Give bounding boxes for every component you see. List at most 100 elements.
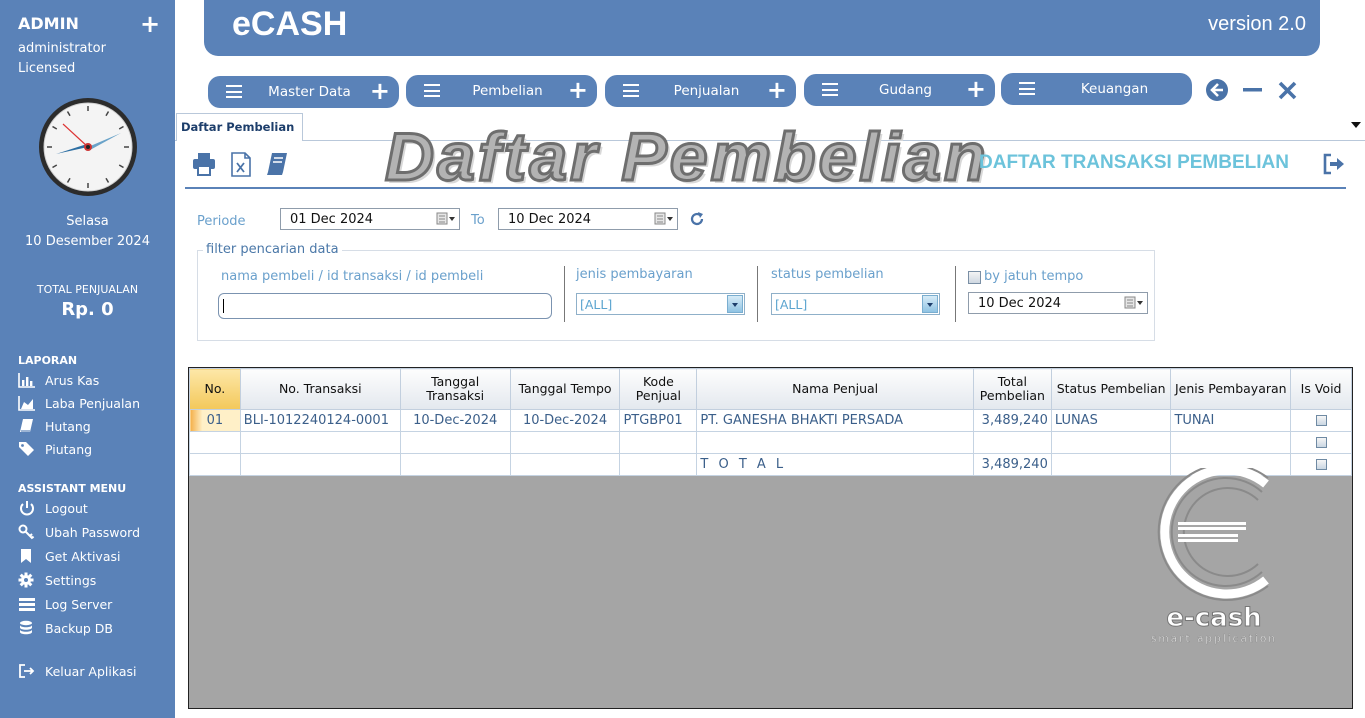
cell-kode-penjual [619,431,698,454]
status-pembelian-select[interactable]: [ALL] [771,293,940,315]
column-header-total-pembelian[interactable]: Total Pembelian [972,368,1052,410]
back-icon[interactable] [1205,78,1229,102]
total-label: T O T A L [696,453,974,476]
calendar-icon[interactable] [436,212,456,226]
tab-list-dropdown-icon[interactable] [1351,122,1361,128]
calendar-icon[interactable] [1124,296,1144,310]
sidebar-item-logout[interactable]: Logout [18,498,88,518]
cell-is-void [1290,409,1352,432]
page-banner-title: Daftar Pembelian [384,118,989,197]
cell-nama-penjual: PT. GANESHA BHAKTI PERSADA [696,409,974,432]
user-name: ADMIN [18,14,79,33]
sidebar-item-label: Keluar Aplikasi [45,663,137,679]
logo-tagline: smart application [1151,633,1277,645]
text-caret [223,299,224,313]
status-pembelian-label: status pembelian [771,267,884,282]
void-checkbox[interactable] [1315,459,1327,470]
from-date-picker[interactable]: 01 Dec 2024 [280,208,460,230]
sidebar-item-label: Piutang [45,441,93,457]
table-header-row: No. No. Transaksi Tanggal Transaksi Tang… [189,368,1352,410]
sidebar-item-settings[interactable]: Settings [18,570,96,590]
sidebar-item-label: Settings [45,572,97,588]
sidebar-item-piutang[interactable]: Piutang [18,439,92,459]
sidebar-item-keluar-aplikasi[interactable]: Keluar Aplikasi [18,661,137,681]
jatuh-tempo-date-picker[interactable]: 10 Dec 2024 [968,292,1148,314]
column-header-tanggal-transaksi[interactable]: Tanggal Transaksi [399,368,511,410]
filter-divider [564,266,565,322]
plus-icon[interactable]: + [767,76,787,104]
license-line: Licensed [18,61,76,76]
cell-tanggal-tempo: 10-Dec-2024 [509,409,621,432]
cell-is-void [1290,453,1352,476]
minimize-icon[interactable] [1242,78,1264,102]
chevron-down-icon[interactable] [727,295,743,313]
filter-divider [757,266,758,322]
cell-tanggal-transaksi [399,431,511,454]
cell-tanggal-transaksi: 10-Dec-2024 [399,409,511,432]
jenis-pembayaran-select[interactable]: [ALL] [576,293,745,315]
total-sales-label: TOTAL PENJUALAN [36,283,139,296]
column-header-status-pembelian[interactable]: Status Pembelian [1050,368,1172,410]
print-icon[interactable] [192,152,216,176]
sidebar-item-laba-penjualan[interactable]: Laba Penjualan [18,393,140,413]
sidebar-item-label: Arus Kas [45,372,100,388]
column-header-no[interactable]: No. [189,368,241,410]
exit-icon[interactable] [1322,153,1346,175]
key-icon [18,524,35,540]
sidebar-item-log-server[interactable]: Log Server [18,594,112,614]
plus-icon[interactable]: + [370,77,390,105]
close-icon[interactable] [1277,78,1299,102]
gear-icon [18,572,34,588]
cell-empty [189,453,241,476]
sidebar-item-get-aktivasi[interactable]: Get Aktivasi [18,546,120,566]
tab-daftar-pembelian[interactable]: Daftar Pembelian [176,113,303,141]
role-line: administrator [18,41,106,56]
total-value: 3,489,240 [972,453,1052,476]
column-header-is-void[interactable]: Is Void [1290,368,1352,410]
table-row[interactable]: 01 BLI-1012240124-0001 10-Dec-2024 10-De… [189,409,1352,432]
cell-empty [619,453,698,476]
plus-icon[interactable]: + [966,75,986,103]
void-checkbox[interactable] [1315,415,1327,426]
user-role: administrator Licensed [18,39,106,79]
cell-jenis-pembayaran [1170,431,1292,454]
menu-pembelian[interactable]: Pembelian + [406,75,597,107]
sidebar-item-ubah-password[interactable]: Ubah Password [18,522,140,542]
logo-text: e-cash [1166,603,1261,633]
search-input[interactable] [218,293,552,319]
sidebar-item-arus-kas[interactable]: Arus Kas [18,370,99,390]
table-row[interactable] [189,431,1352,454]
book-icon[interactable] [265,152,289,176]
cell-no-transaksi [239,431,401,454]
menu-master-data[interactable]: Master Data + [208,76,399,108]
current-day: Selasa [66,214,109,229]
sidebar-item-label: Laba Penjualan [45,395,141,411]
plus-icon[interactable]: + [140,10,160,38]
excel-icon[interactable] [230,152,252,177]
menu-keuangan[interactable]: Keuangan [1001,73,1192,105]
refresh-icon[interactable] [689,211,705,227]
column-header-nama-penjual[interactable]: Nama Penjual [696,368,974,410]
sidebar-item-label: Get Aktivasi [45,548,121,564]
plus-icon[interactable]: + [568,76,588,104]
ecash-logo: e-cash smart application [1151,468,1277,645]
sidebar-item-backup-db[interactable]: Backup DB [18,618,113,638]
cell-nama-penjual [696,431,974,454]
chevron-down-icon[interactable] [922,295,938,313]
calendar-icon[interactable] [654,212,674,226]
sidebar-item-label: Logout [45,500,88,516]
sidebar-item-hutang[interactable]: Hutang [18,416,91,436]
cell-empty [399,453,511,476]
jatuh-tempo-checkbox[interactable] [968,271,981,284]
to-date-picker[interactable]: 10 Dec 2024 [498,208,678,230]
status-pembelian-value: [ALL] [775,297,808,312]
column-header-jenis-pembayaran[interactable]: Jenis Pembayaran [1170,368,1292,410]
menu-penjualan[interactable]: Penjualan + [605,75,796,107]
column-header-kode-penjual[interactable]: Kode Penjual [619,368,698,410]
menu-gudang[interactable]: Gudang + [804,74,995,106]
cell-status-pembelian: LUNAS [1050,409,1172,432]
column-header-no-transaksi[interactable]: No. Transaksi [239,368,401,410]
app-version: version 2.0 [1208,13,1306,35]
void-checkbox[interactable] [1315,437,1327,448]
column-header-tanggal-tempo[interactable]: Tanggal Tempo [509,368,621,410]
